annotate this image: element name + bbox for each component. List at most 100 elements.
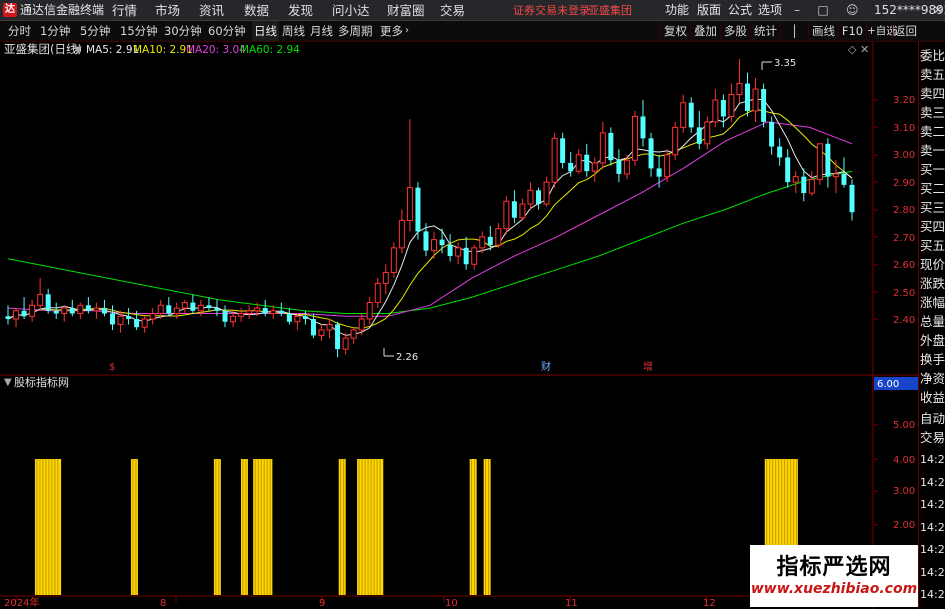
y-tick: 2.50 xyxy=(893,288,915,299)
candle-body xyxy=(302,316,308,319)
panel-item-turnover[interactable]: 换手 xyxy=(920,350,945,369)
candle-body xyxy=(166,305,172,314)
candle-body xyxy=(471,247,478,265)
indicator-bar-fill xyxy=(338,459,346,595)
indicator-bar-fill xyxy=(130,459,138,595)
stock-name-label[interactable]: 亚盛集团(日线) xyxy=(4,42,82,56)
y-tick: 2.90 xyxy=(893,178,915,189)
candle-body xyxy=(126,316,132,319)
event-marker[interactable]: 增 xyxy=(643,360,653,373)
indicator-bar-fill xyxy=(253,459,273,595)
candle-body xyxy=(13,310,20,320)
low-price-label: 2.26 xyxy=(396,352,418,363)
indicator-bar xyxy=(34,459,62,595)
close-chart-icon[interactable]: ✕ xyxy=(860,43,869,56)
event-marker[interactable]: 财 xyxy=(541,360,551,373)
candle xyxy=(631,110,638,166)
candle-body xyxy=(832,173,839,178)
candle xyxy=(608,127,614,166)
candle-body xyxy=(575,154,582,172)
indicator-header: ▼ 股标指标网 xyxy=(4,375,69,389)
candle-body xyxy=(551,137,558,183)
candle-body xyxy=(318,329,325,336)
candle-body xyxy=(342,337,349,350)
candle-body xyxy=(149,313,156,320)
panel-item-ask-3[interactable]: 卖三 xyxy=(920,103,945,122)
candle-body xyxy=(21,310,27,317)
panel-item-net-assets[interactable]: 净资 xyxy=(920,369,945,388)
price-axis: 3.20 3.10 3.00 2.90 2.80 2.70 2.60 2.50 … xyxy=(893,95,915,326)
indicator-name[interactable]: 股标指标网 xyxy=(14,375,69,389)
panel-item-bid-3[interactable]: 买三 xyxy=(920,198,945,217)
indicator-bar xyxy=(469,459,477,595)
candle-body xyxy=(173,307,180,315)
candle-body xyxy=(527,189,534,205)
candle-body xyxy=(769,121,775,147)
candle-body xyxy=(206,305,212,309)
candle-body xyxy=(335,324,341,350)
panel-item-last-price[interactable]: 现价 xyxy=(920,255,945,274)
candle-body xyxy=(222,310,228,322)
kline-chart[interactable]: 亚盛集团(日线) ▼ MA5: 2.91 MA10: 2.91 MA20: 3.… xyxy=(0,0,918,609)
chevron-down-icon[interactable]: ▼ xyxy=(74,45,82,56)
candle-body xyxy=(849,184,855,213)
candle-body xyxy=(816,143,823,180)
panel-item-bid-4[interactable]: 买四 xyxy=(920,217,945,236)
candle-body xyxy=(543,181,550,205)
candle xyxy=(415,182,421,240)
panel-item-outer-volume[interactable]: 外盘 xyxy=(920,331,945,350)
panel-item-ask-4[interactable]: 卖四 xyxy=(920,84,945,103)
panel-item-bid-1[interactable]: 买一 xyxy=(920,160,945,179)
y-tick: 2.70 xyxy=(893,233,915,244)
candle-body xyxy=(141,318,148,328)
date-tick: 8 xyxy=(160,598,166,609)
panel-item-change-pct[interactable]: 涨幅 xyxy=(920,293,945,312)
event-marker[interactable]: $ xyxy=(109,362,115,373)
candle-body xyxy=(704,121,711,145)
panel-item-volume[interactable]: 总量 xyxy=(920,312,945,331)
quote-side-panel: 委比 卖五 卖四 卖三 卖二 卖一 买一 买二 买三 买四 买五 现价 涨跌 涨幅 总量 外盘 换手 净资 收益自动… xyxy=(918,42,945,609)
y-tick: 2.00 xyxy=(893,520,915,531)
candle xyxy=(761,83,767,128)
candle-body xyxy=(455,247,462,257)
ma20-legend: MA20: 3.04 xyxy=(186,44,246,56)
candle-body xyxy=(270,310,277,315)
candle-body xyxy=(238,313,245,317)
candle-body xyxy=(278,310,284,314)
indicator-current-value: 6.00 xyxy=(877,379,899,390)
panel-item-change[interactable]: 涨跌 xyxy=(920,274,945,293)
settings-diamond-icon[interactable]: ◇ xyxy=(848,43,857,56)
panel-item-ask-5[interactable]: 卖五 xyxy=(920,65,945,84)
panel-item-order-ratio[interactable]: 委比 xyxy=(920,46,945,65)
candle-body xyxy=(608,132,614,161)
panel-item-ask-2[interactable]: 卖二 xyxy=(920,122,945,141)
candle-body xyxy=(511,201,517,218)
candle-body xyxy=(792,176,799,183)
panel-item-trade[interactable]: 交易 xyxy=(920,428,945,447)
y-tick: 3.00 xyxy=(893,486,915,497)
candle-body xyxy=(479,236,486,249)
y-tick: 4.00 xyxy=(893,455,915,466)
tick-time: 14:24 xyxy=(920,588,945,601)
candle-body xyxy=(648,138,654,169)
candle-body xyxy=(616,160,622,174)
panel-item-ask-1[interactable]: 卖一 xyxy=(920,141,945,160)
indicator-chevron-icon[interactable]: ▼ xyxy=(4,377,12,388)
candle-body xyxy=(45,294,51,311)
candle-body xyxy=(382,271,389,284)
candle-body xyxy=(672,126,679,156)
candle-body xyxy=(785,157,791,183)
close-icon[interactable]: ✕ xyxy=(932,0,944,21)
candle-body xyxy=(350,329,357,339)
candle-body xyxy=(85,305,91,311)
panel-item-earnings[interactable]: 收益 xyxy=(920,388,945,407)
panel-item-auto[interactable]: 自动 xyxy=(920,409,945,428)
indicator-bar xyxy=(130,459,138,595)
panel-item-bid-5[interactable]: 买五 xyxy=(920,236,945,255)
panel-item-bid-2[interactable]: 买二 xyxy=(920,179,945,198)
y-tick: 3.10 xyxy=(893,123,915,134)
candle-body xyxy=(101,308,107,314)
y-tick: 2.80 xyxy=(893,205,915,216)
candle-body xyxy=(134,319,140,328)
watermark-title: 指标严选网 xyxy=(776,555,892,580)
